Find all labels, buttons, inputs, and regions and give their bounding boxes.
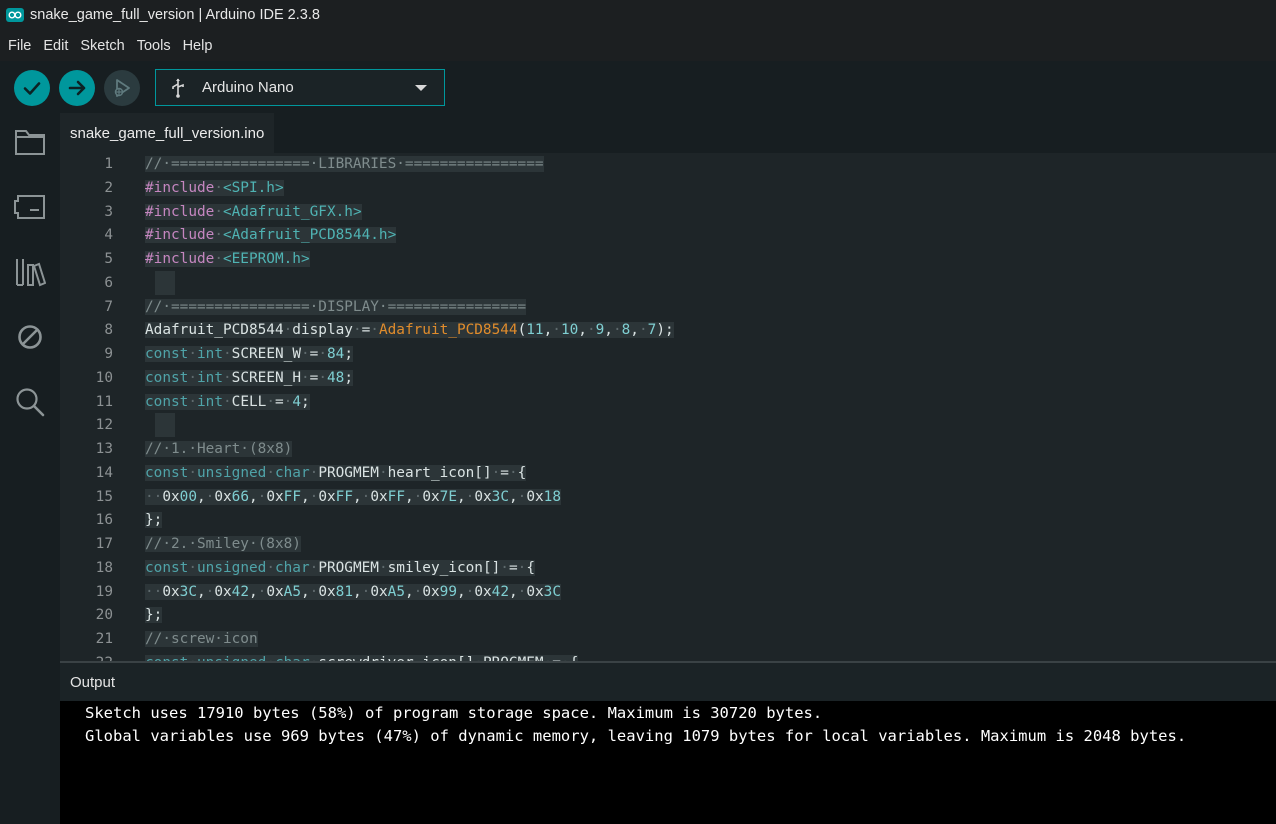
- line-number: 18: [95, 559, 113, 576]
- line-number: 20: [95, 607, 113, 624]
- line-number: 19: [95, 583, 113, 600]
- line-code: Adafruit_PCD8544·display·=·Adafruit_PCD8…: [145, 322, 674, 339]
- board-manager-icon[interactable]: [14, 191, 46, 223]
- line-number: 21: [95, 631, 113, 647]
- debug-off-icon[interactable]: [14, 321, 46, 353]
- line-code: #include·<Adafruit_GFX.h>: [145, 203, 362, 220]
- menu-bar: File Edit Sketch Tools Help: [0, 30, 1276, 61]
- library-icon[interactable]: [14, 256, 46, 288]
- debugger-icon: [114, 79, 130, 97]
- code-line: 6: [60, 270, 1276, 295]
- line-code: #include·<Adafruit_PCD8544.h>: [145, 227, 397, 244]
- window-title: snake_game_full_version | Arduino IDE 2.…: [30, 7, 320, 23]
- line-number: 22: [60, 651, 113, 661]
- line-code: const·int·CELL·=·4;: [145, 393, 310, 410]
- line-code: //·1.·Heart·(8x8): [145, 441, 293, 457]
- code-line: 8 Adafruit_PCD8544·display·=·Adafruit_PCD…: [60, 318, 1276, 342]
- code-line: 3 #include·<Adafruit_GFX.h>: [60, 200, 1276, 224]
- line-code: const·unsigned·char·PROGMEM·smiley_icon[…: [145, 559, 535, 576]
- line-number: 3: [104, 203, 113, 220]
- line-number: 12: [95, 417, 113, 434]
- output-panel-header: Output: [60, 663, 1276, 701]
- code-line: 1 //·================·LIBRARIES·=========…: [60, 153, 1276, 176]
- line-code: const·int·SCREEN_W·=·84;: [145, 346, 353, 362]
- line-number: 16: [95, 512, 113, 529]
- line-number: 2: [104, 179, 113, 196]
- code-line: 10 const·int·SCREEN_H·=·48;: [60, 366, 1276, 390]
- usb-icon: [170, 78, 188, 98]
- output-console[interactable]: Sketch uses 17910 bytes (58%) of program…: [60, 701, 1276, 824]
- code-line: 19 ··0x3C,·0x42,·0xA5,·0x81,·0xA5,·0x99,·…: [60, 580, 1276, 604]
- code-line: 2 #include·<SPI.h>: [60, 176, 1276, 200]
- board-name: Arduino Nano: [202, 79, 294, 96]
- editor-tab-bar: snake_game_full_version.ino: [60, 113, 1276, 153]
- line-code: //·screw·icon: [145, 631, 258, 647]
- code-line: 14 const·unsigned·char·PROGMEM·heart_icon…: [60, 461, 1276, 485]
- line-code: #include·<EEPROM.h>: [145, 251, 310, 267]
- code-editor[interactable]: 1 //·================·LIBRARIES·=========…: [60, 153, 1276, 661]
- folder-icon[interactable]: [14, 126, 46, 158]
- line-code: };: [145, 607, 163, 624]
- line-number: 6: [104, 274, 113, 291]
- code-line: 17 //·2.·Smiley·(8x8): [60, 532, 1276, 556]
- line-code: ··0x00,·0x66,·0xFF,·0xFF,·0xFF,·0x7E,·0x…: [145, 488, 561, 505]
- debug-button[interactable]: [104, 70, 140, 106]
- line-number: 4: [104, 227, 113, 244]
- code-line: 20};: [60, 603, 1276, 627]
- code-line: 21 //·screw·icon: [60, 627, 1276, 651]
- code-line: 5 #include·<EEPROM.h>: [60, 247, 1276, 271]
- line-number: 5: [104, 251, 113, 267]
- code-line: 18 const·unsigned·char·PROGMEM·smiley_ico…: [60, 556, 1276, 580]
- code-line: 7 //·================·DISPLAY·===========…: [60, 295, 1276, 319]
- arrow-right-icon: [68, 80, 86, 96]
- code-line: 16};: [60, 508, 1276, 532]
- sidebar: [0, 113, 60, 824]
- arduino-logo-icon: [6, 8, 24, 22]
- line-code: //·================·LIBRARIES·==========…: [145, 156, 544, 172]
- line-code: const·int·SCREEN_H·=·48;: [145, 369, 353, 386]
- code-line: 22 const·unsigned·char·screwdriver_icon[]…: [60, 651, 1276, 661]
- chevron-down-icon: [415, 84, 427, 91]
- verify-button[interactable]: [14, 70, 50, 106]
- tab-sketch-file[interactable]: snake_game_full_version.ino: [60, 113, 275, 153]
- line-code: [145, 413, 175, 438]
- title-bar: snake_game_full_version | Arduino IDE 2.…: [0, 0, 1276, 30]
- line-code: const·unsigned·char·screwdriver_icon[]·P…: [145, 651, 579, 661]
- code-line: 13 //·1.·Heart·(8x8): [60, 437, 1276, 461]
- line-number: 11: [95, 393, 113, 410]
- code-line: 15 ··0x00,·0x66,·0xFF,·0xFF,·0xFF,·0x7E,·…: [60, 485, 1276, 509]
- line-number: 7: [104, 298, 113, 315]
- line-code: #include·<SPI.h>: [145, 179, 284, 196]
- check-icon: [23, 82, 41, 95]
- output-line: Sketch uses 17910 bytes (58%) of program…: [85, 704, 823, 722]
- board-selector[interactable]: Arduino Nano: [155, 69, 445, 106]
- line-code: //·2.·Smiley·(8x8): [145, 536, 301, 552]
- menu-tools[interactable]: Tools: [131, 38, 177, 54]
- line-code: ··0x3C,·0x42,·0xA5,·0x81,·0xA5,·0x99,·0x…: [145, 583, 561, 600]
- line-code: //·================·DISPLAY·============…: [145, 298, 527, 315]
- code-line: 4 #include·<Adafruit_PCD8544.h>: [60, 223, 1276, 247]
- output-title: Output: [70, 673, 116, 691]
- search-icon[interactable]: [14, 386, 46, 418]
- line-code: };: [145, 512, 163, 529]
- menu-help[interactable]: Help: [177, 38, 219, 54]
- line-number: 9: [104, 346, 113, 362]
- menu-sketch[interactable]: Sketch: [74, 38, 130, 54]
- line-number: 13: [95, 441, 113, 457]
- line-number: 15: [95, 488, 113, 505]
- menu-edit[interactable]: Edit: [37, 38, 74, 54]
- line-code: const·unsigned·char·PROGMEM·heart_icon[]…: [145, 464, 527, 481]
- code-line: 11 const·int·CELL·=·4;: [60, 390, 1276, 414]
- line-number: 17: [95, 536, 113, 552]
- code-line: 9 const·int·SCREEN_W·=·84;: [60, 342, 1276, 366]
- output-line: Global variables use 969 bytes (47%) of …: [85, 727, 1187, 745]
- line-number: 1: [104, 156, 113, 172]
- code-line: 12: [60, 413, 1276, 438]
- line-code: [145, 270, 175, 295]
- line-number: 8: [104, 322, 113, 339]
- menu-file[interactable]: File: [2, 38, 37, 54]
- upload-button[interactable]: [59, 70, 95, 106]
- line-number: 14: [95, 464, 113, 481]
- line-number: 10: [95, 369, 113, 386]
